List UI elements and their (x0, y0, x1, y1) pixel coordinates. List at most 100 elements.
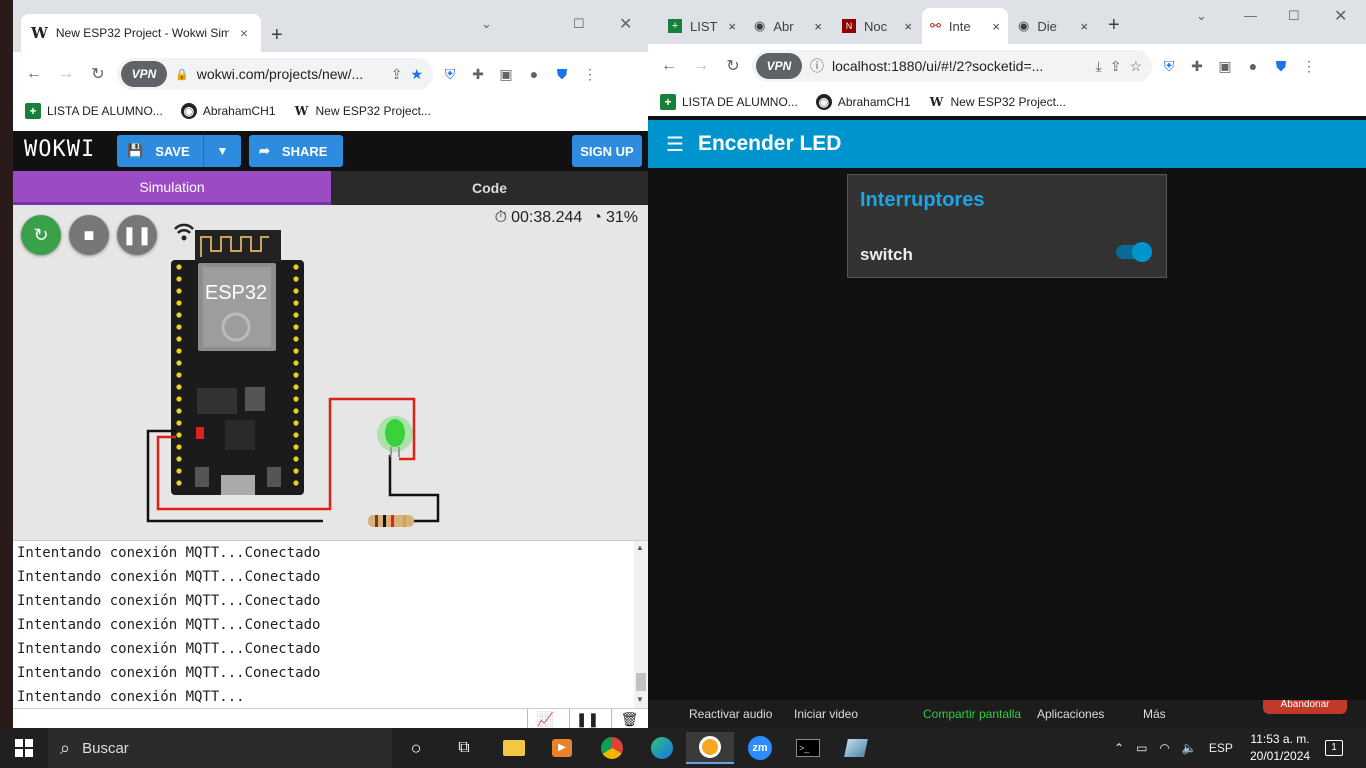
maximize-icon[interactable]: ☐ (1288, 8, 1300, 24)
start-video-button[interactable]: Iniciar video (794, 707, 858, 721)
language-indicator[interactable]: ESP (1209, 741, 1233, 755)
notification-icon[interactable]: 1 (1322, 736, 1346, 760)
close-icon[interactable]: × (728, 19, 736, 34)
security-icon[interactable]: ⛊ (551, 63, 573, 85)
close-icon[interactable]: × (1080, 19, 1088, 34)
close-icon[interactable]: × (237, 25, 251, 41)
close-icon[interactable]: × (992, 19, 1000, 34)
bookmark-github[interactable]: ◉ AbrahamCH1 (180, 103, 276, 119)
led-green[interactable] (377, 416, 413, 457)
reload-icon[interactable]: ↻ (720, 53, 746, 79)
tab-dashboard[interactable]: ⚯ Inte × (922, 8, 1008, 44)
reload-icon[interactable]: ↻ (85, 61, 111, 87)
tab-lista[interactable]: + LIST × (660, 8, 744, 44)
chevron-down-icon[interactable]: ⌄ (1196, 8, 1207, 24)
scroll-down-icon[interactable]: ▼ (636, 695, 644, 704)
wifi-icon[interactable]: ◠ (1159, 741, 1169, 755)
tab-github-2[interactable]: ◉ Die × (1010, 8, 1096, 44)
back-icon[interactable]: ← (656, 53, 682, 79)
tab-simulation[interactable]: Simulation (13, 171, 331, 205)
terminal-icon[interactable]: >_ (784, 732, 832, 764)
cortana-icon[interactable]: ○ (392, 732, 440, 764)
battery-icon[interactable]: ▭ (1136, 741, 1147, 755)
unmute-audio-button[interactable]: Reactivar audio (689, 707, 772, 721)
address-bar[interactable]: VPN 🔒 wokwi.com/projects/new/... ⇪ ★ (117, 58, 433, 90)
share-button[interactable]: ➦ SHARE (249, 135, 343, 167)
menu-icon[interactable]: ⋮ (1298, 55, 1320, 77)
address-bar[interactable]: VPN ⓘ localhost:1880/ui/#!/2?socketid=..… (752, 50, 1152, 82)
sidebar-icon[interactable]: ▣ (495, 63, 517, 85)
share-screen-button[interactable]: Compartir pantalla (923, 707, 1021, 721)
tab-wokwi[interactable]: W New ESP32 Project - Wokwi Simulator × (21, 14, 261, 52)
minimize-icon[interactable]: — (1244, 8, 1257, 23)
share-icon[interactable]: ⇪ (391, 66, 403, 83)
tab-github[interactable]: ◉ Abr × (746, 8, 830, 44)
shield-icon[interactable]: ⛨ (439, 63, 461, 85)
bookmark-wokwi[interactable]: W New ESP32 Project... (929, 94, 1066, 110)
forward-icon[interactable]: → (688, 53, 714, 79)
bookmark-lista[interactable]: + LISTA DE ALUMNO... (25, 103, 163, 119)
new-tab-icon[interactable]: + (271, 24, 283, 47)
esp32-board[interactable] (171, 230, 304, 495)
scroll-thumb[interactable] (636, 673, 646, 691)
plotter-icon[interactable]: 📈 (527, 709, 563, 728)
clock[interactable]: 11:53 a. m. 20/01/2024 (1250, 731, 1310, 765)
star-outline-icon[interactable]: ☆ (1129, 58, 1148, 75)
save-dropdown-icon[interactable]: ▼ (203, 135, 241, 167)
task-view-icon[interactable]: ⧉ (440, 732, 488, 764)
scroll-up-icon[interactable]: ▲ (636, 543, 644, 552)
menu-icon[interactable]: ⋮ (579, 63, 601, 85)
share-icon[interactable]: ⇪ (1110, 58, 1122, 75)
extensions-icon[interactable]: ✚ (1186, 55, 1208, 77)
more-button[interactable]: Más (1143, 707, 1166, 721)
install-icon[interactable]: ⤓ (1096, 58, 1102, 75)
file-explorer-icon[interactable] (490, 732, 538, 764)
page-scrollbar[interactable] (1358, 168, 1366, 700)
vpn-icon[interactable]: VPN (756, 53, 802, 79)
bookmark-wokwi[interactable]: W New ESP32 Project... (294, 103, 431, 119)
info-icon[interactable]: ⓘ (810, 56, 824, 76)
zoom-icon[interactable]: zm (736, 732, 784, 764)
close-icon[interactable]: × (814, 19, 822, 34)
maximize-icon[interactable]: ☐ (573, 16, 585, 32)
sidebar-icon[interactable]: ▣ (1214, 55, 1236, 77)
new-tab-icon[interactable]: + (1108, 14, 1120, 37)
volume-icon[interactable]: 🔈 (1182, 741, 1197, 755)
apps-button[interactable]: Aplicaciones (1037, 707, 1104, 721)
star-icon[interactable]: ★ (410, 66, 429, 83)
chevron-up-icon[interactable]: ⌃ (1114, 741, 1124, 755)
led-switch-toggle[interactable] (1116, 242, 1152, 262)
close-window-icon[interactable]: ✕ (619, 14, 632, 34)
app-icon[interactable] (832, 732, 880, 764)
wokwi-logo[interactable]: WOKWI (24, 137, 95, 162)
brave-icon[interactable] (686, 732, 734, 764)
vpn-icon[interactable]: VPN (121, 61, 167, 87)
simulation-canvas[interactable]: ↻ ■ ❚❚ ⏱ 00:38.244 ◔ 31% ESP32 (13, 205, 648, 540)
shield-icon[interactable]: ⛨ (1158, 55, 1180, 77)
forward-icon[interactable]: → (53, 61, 79, 87)
chrome-icon[interactable] (588, 732, 636, 764)
taskbar-search[interactable]: ⌕ Buscar (48, 728, 392, 768)
signup-button[interactable]: SIGN UP (572, 135, 642, 167)
console-scrollbar[interactable]: ▲ ▼ (634, 541, 648, 708)
security-icon[interactable]: ⛊ (1270, 55, 1292, 77)
close-window-icon[interactable]: ✕ (1334, 6, 1347, 26)
trash-icon[interactable]: 🗑 (611, 709, 647, 728)
windows-start-icon[interactable] (0, 728, 48, 768)
tab-code[interactable]: Code (331, 171, 648, 205)
profile-icon[interactable]: ● (1242, 55, 1264, 77)
pause-console-icon[interactable]: ❚❚ (569, 709, 605, 728)
tab-nodered[interactable]: N Noc × (834, 8, 920, 44)
leave-button[interactable]: Abandonar (1263, 700, 1347, 714)
media-player-icon[interactable]: ▶ (538, 732, 586, 764)
hamburger-menu-icon[interactable]: ☰ (666, 132, 684, 157)
save-button[interactable]: 💾 SAVE ▼ (117, 135, 241, 167)
edge-icon[interactable] (638, 732, 686, 764)
bookmark-lista[interactable]: + LISTA DE ALUMNO... (660, 94, 798, 110)
profile-icon[interactable]: ● (523, 63, 545, 85)
extensions-icon[interactable]: ✚ (467, 63, 489, 85)
resistor[interactable] (368, 515, 414, 527)
chevron-down-icon[interactable]: ⌄ (481, 16, 492, 32)
back-icon[interactable]: ← (21, 61, 47, 87)
close-icon[interactable]: × (904, 19, 912, 34)
